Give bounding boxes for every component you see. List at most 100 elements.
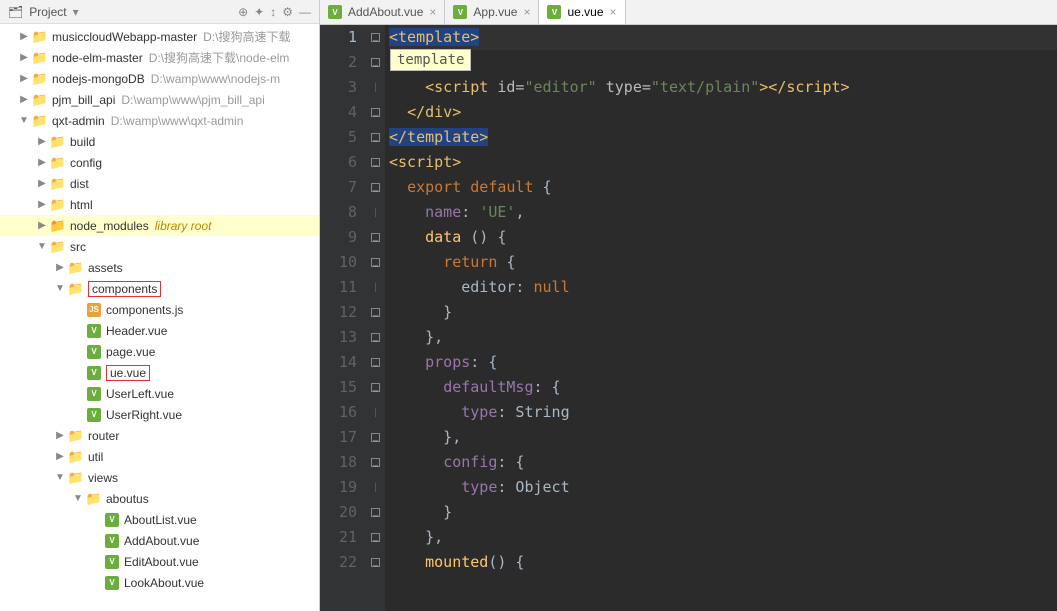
line-number[interactable]: 16 [320, 400, 357, 425]
code-line[interactable]: editor: null [389, 275, 1057, 300]
project-tree[interactable]: ▶musiccloudWebapp-masterD:\搜狗高速下载▶node-e… [0, 24, 319, 611]
line-number[interactable]: 3 [320, 75, 357, 100]
line-number[interactable]: 17 [320, 425, 357, 450]
tree-item[interactable]: ▶pjm_bill_apiD:\wamp\www\pjm_bill_api [0, 89, 319, 110]
editor-tab[interactable]: Vue.vue× [539, 0, 625, 24]
code-line[interactable]: type: Object [389, 475, 1057, 500]
line-number[interactable]: 8 [320, 200, 357, 225]
line-number[interactable]: 21 [320, 525, 357, 550]
line-number[interactable]: 10 [320, 250, 357, 275]
tree-item[interactable]: ▶router [0, 425, 319, 446]
line-number[interactable]: 14 [320, 350, 357, 375]
tree-item[interactable]: ▶util [0, 446, 319, 467]
fold-icon[interactable] [371, 508, 380, 517]
tree-item[interactable]: ▶build [0, 131, 319, 152]
tree-item[interactable]: VUserRight.vue [0, 404, 319, 425]
expand-arrow-icon[interactable]: ▶ [36, 220, 48, 231]
fold-icon[interactable] [371, 383, 380, 392]
line-number[interactable]: 9 [320, 225, 357, 250]
code-line[interactable]: <script id="editor" type="text/plain"></… [389, 75, 1057, 100]
expand-arrow-icon[interactable]: ▼ [36, 241, 48, 252]
code-line[interactable]: mounted() { [389, 550, 1057, 575]
tree-item[interactable]: VAddAbout.vue [0, 530, 319, 551]
line-number[interactable]: 7 [320, 175, 357, 200]
tree-item[interactable]: ▶node_moduleslibrary root [0, 215, 319, 236]
tree-item[interactable]: VUserLeft.vue [0, 383, 319, 404]
tree-item[interactable]: VHeader.vue [0, 320, 319, 341]
fold-icon[interactable] [371, 358, 380, 367]
line-number[interactable]: 5 [320, 125, 357, 150]
line-number[interactable]: 2 [320, 50, 357, 75]
tree-item[interactable]: ▶musiccloudWebapp-masterD:\搜狗高速下载 [0, 26, 319, 47]
code-line[interactable]: <div> [389, 50, 1057, 75]
expand-arrow-icon[interactable]: ▼ [54, 472, 66, 483]
expand-arrow-icon[interactable]: ▶ [54, 262, 66, 273]
dropdown-icon[interactable]: ▾ [73, 5, 79, 19]
code-line[interactable]: <script> [389, 150, 1057, 175]
tree-item[interactable]: Vpage.vue [0, 341, 319, 362]
code-line[interactable]: }, [389, 525, 1057, 550]
code-line[interactable]: }, [389, 425, 1057, 450]
line-number[interactable]: 20 [320, 500, 357, 525]
line-number[interactable]: 18 [320, 450, 357, 475]
expand-arrow-icon[interactable]: ▶ [54, 451, 66, 462]
expand-arrow-icon[interactable]: ▼ [54, 283, 66, 294]
close-icon[interactable]: × [610, 5, 617, 19]
expand-arrow-icon[interactable]: ▶ [18, 31, 30, 42]
expand-arrow-icon[interactable]: ▶ [36, 199, 48, 210]
tree-item[interactable]: VEditAbout.vue [0, 551, 319, 572]
code-line[interactable]: </div> [389, 100, 1057, 125]
line-number[interactable]: 15 [320, 375, 357, 400]
line-number[interactable]: 6 [320, 150, 357, 175]
expand-arrow-icon[interactable]: ▶ [36, 178, 48, 189]
fold-icon[interactable] [371, 308, 380, 317]
expand-arrow-icon[interactable]: ▶ [54, 430, 66, 441]
toolbar-icon[interactable]: ↕ [270, 5, 276, 19]
tree-item[interactable]: ▶node-elm-masterD:\搜狗高速下载\node-elm [0, 47, 319, 68]
expand-arrow-icon[interactable]: ▶ [36, 136, 48, 147]
tree-item[interactable]: ▶assets [0, 257, 319, 278]
tree-item[interactable]: ▶dist [0, 173, 319, 194]
line-number[interactable]: 22 [320, 550, 357, 575]
code-line[interactable]: <template> [389, 25, 1057, 50]
fold-column[interactable] [365, 25, 385, 611]
tree-item[interactable]: VLookAbout.vue [0, 572, 319, 593]
code-line[interactable]: data () { [389, 225, 1057, 250]
fold-icon[interactable] [371, 133, 380, 142]
fold-icon[interactable] [371, 333, 380, 342]
expand-arrow-icon[interactable]: ▼ [18, 115, 30, 126]
fold-icon[interactable] [371, 233, 380, 242]
code-line[interactable]: defaultMsg: { [389, 375, 1057, 400]
line-number[interactable]: 1 [320, 25, 357, 50]
code-line[interactable]: props: { [389, 350, 1057, 375]
code-line[interactable]: }, [389, 325, 1057, 350]
tree-item[interactable]: ▼src [0, 236, 319, 257]
tree-item[interactable]: ▼components [0, 278, 319, 299]
code-content[interactable]: <template> <div> <script id="editor" typ… [385, 25, 1057, 611]
code-line[interactable]: return { [389, 250, 1057, 275]
toolbar-icon[interactable]: ⚙ [282, 5, 293, 19]
close-icon[interactable]: × [429, 5, 436, 19]
expand-arrow-icon[interactable]: ▶ [18, 73, 30, 84]
toolbar-icon[interactable]: ⊕ [238, 5, 248, 19]
fold-icon[interactable] [371, 433, 380, 442]
fold-icon[interactable] [371, 533, 380, 542]
toolbar-icon[interactable]: — [299, 5, 311, 19]
tree-item[interactable]: Vue.vue [0, 362, 319, 383]
fold-icon[interactable] [371, 58, 380, 67]
fold-icon[interactable] [371, 258, 380, 267]
sidebar-title[interactable]: 🗂 Project ▾ [8, 5, 238, 19]
expand-arrow-icon[interactable]: ▼ [72, 493, 84, 504]
close-icon[interactable]: × [523, 5, 530, 19]
fold-icon[interactable] [371, 108, 380, 117]
tree-item[interactable]: ▼views [0, 467, 319, 488]
fold-icon[interactable] [371, 158, 380, 167]
line-gutter[interactable]: 12345678910111213141516171819202122 [320, 25, 365, 611]
line-number[interactable]: 4 [320, 100, 357, 125]
code-line[interactable]: </template> [389, 125, 1057, 150]
editor-tab[interactable]: VAddAbout.vue× [320, 0, 445, 24]
editor-tab[interactable]: VApp.vue× [445, 0, 539, 24]
toolbar-icon[interactable]: ✦ [254, 5, 264, 19]
code-line[interactable]: type: String [389, 400, 1057, 425]
tree-item[interactable]: ▶config [0, 152, 319, 173]
